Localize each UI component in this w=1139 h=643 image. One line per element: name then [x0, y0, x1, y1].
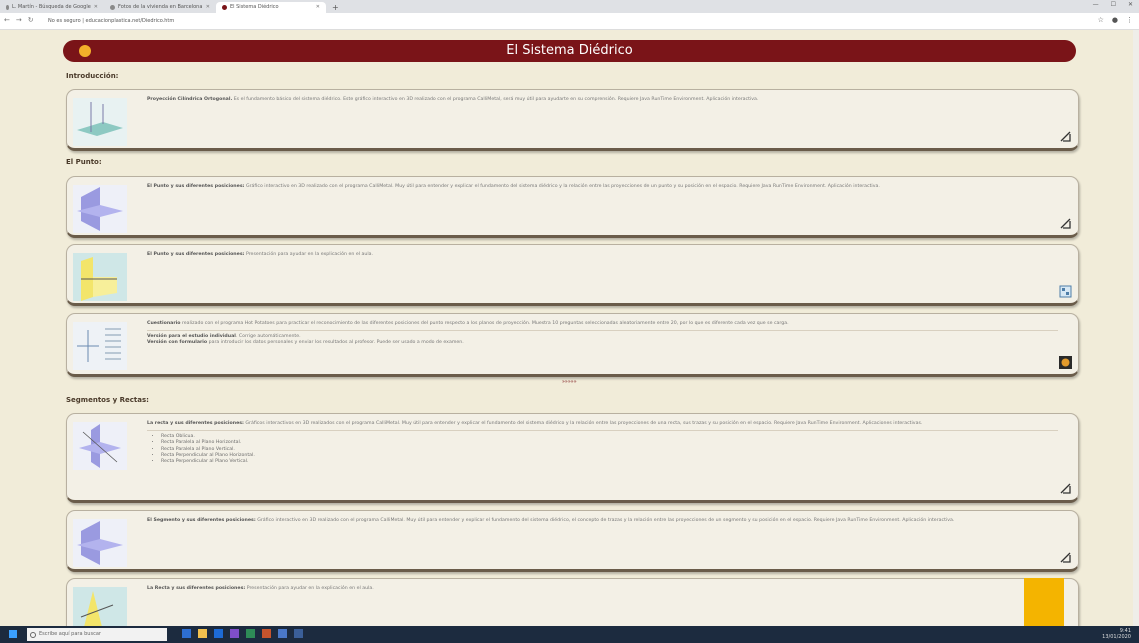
section-title: Segmentos y Rectas:: [66, 396, 149, 404]
link-formulario[interactable]: Versión con formulario: [147, 340, 207, 345]
clock-date: 13/01/2020: [1102, 634, 1131, 640]
card-description: realizado con el programa Hot Potatoes p…: [180, 321, 789, 326]
browser-tab-bar: L. Martín - Búsqueda de Google ✕ Fotos de…: [0, 0, 1139, 13]
windows-taskbar: Escribe aquí para buscar 9:41 13/01/2020: [0, 626, 1139, 643]
line-presentation-thumbnail-icon: [73, 587, 127, 626]
site-logo-icon: [79, 45, 91, 57]
point-presentation-thumbnail-icon: [73, 253, 127, 301]
page-content: El Sistema Diédrico Introducción: Proyec…: [0, 30, 1139, 626]
card-description: Presentación para ayudar en la explicaci…: [245, 586, 374, 591]
address-bar: ← → ↻ No es seguro | educacionplastica.n…: [0, 13, 1139, 30]
windows-start-icon[interactable]: [9, 630, 17, 638]
page-banner: El Sistema Diédrico: [63, 40, 1076, 62]
card-description: Presentación para ayudar en la explicaci…: [244, 252, 374, 257]
java-applet-icon[interactable]: [1059, 551, 1072, 564]
star-icon[interactable]: ☆: [1098, 16, 1104, 24]
close-icon[interactable]: ✕: [316, 2, 320, 13]
java-applet-icon[interactable]: [1059, 217, 1072, 230]
recta-list: Recta Oblicua. Recta Paralela al Plano H…: [161, 434, 1058, 465]
edge-icon[interactable]: [214, 629, 223, 638]
card-title: Proyección Cilíndrica Ortogonal.: [147, 97, 233, 102]
google-icon: [6, 5, 9, 10]
reload-icon[interactable]: ↻: [28, 16, 34, 24]
browser-tab[interactable]: L. Martín - Búsqueda de Google ✕: [0, 2, 104, 13]
divider: [147, 330, 1058, 332]
point-thumbnail-icon: [73, 185, 127, 233]
close-icon[interactable]: ✕: [206, 2, 210, 13]
forward-icon[interactable]: →: [16, 16, 22, 24]
new-tab-button[interactable]: +: [326, 2, 345, 13]
site-icon: [222, 5, 227, 10]
app-icon[interactable]: [230, 629, 239, 638]
card-title: La Recta y sus diferentes posiciones:: [147, 586, 246, 591]
menu-icon[interactable]: ⋮: [1126, 16, 1133, 24]
maximize-icon[interactable]: ☐: [1111, 1, 1116, 8]
card-title: El Punto y sus diferentes posiciones:: [147, 252, 245, 257]
window-controls: — ☐ ✕: [1093, 1, 1133, 8]
mail-icon[interactable]: [278, 629, 287, 638]
card-cuestionario[interactable]: Cuestionario realizado con el programa H…: [66, 313, 1079, 377]
quiz-thumbnail-icon: [73, 322, 127, 370]
card-recta-presentacion[interactable]: La Recta y sus diferentes posiciones: Pr…: [66, 578, 1079, 626]
java-applet-icon[interactable]: [1059, 130, 1072, 143]
app-icon[interactable]: [262, 629, 271, 638]
card-title: La recta y sus diferentes posiciones:: [147, 421, 244, 426]
presentation-icon[interactable]: [1059, 285, 1072, 298]
overlay-block: [1024, 578, 1064, 626]
back-icon[interactable]: ←: [4, 16, 10, 24]
card-description: Gráfico interactivo en 3D realizado con …: [244, 184, 880, 189]
nav-buttons: ← → ↻: [4, 16, 34, 24]
divider: [147, 430, 1058, 432]
card-punto-presentacion[interactable]: El Punto y sus diferentes posiciones: Pr…: [66, 244, 1079, 306]
segment-thumbnail-icon: [73, 519, 127, 567]
system-tray[interactable]: 9:41 13/01/2020: [1102, 628, 1131, 640]
scrollbar[interactable]: [1133, 30, 1139, 626]
close-icon[interactable]: ✕: [94, 2, 98, 13]
card-recta-3d[interactable]: La recta y sus diferentes posiciones: Gr…: [66, 413, 1079, 503]
card-title: Cuestionario: [147, 321, 181, 326]
hot-potatoes-icon[interactable]: [1059, 356, 1072, 369]
more-arrows[interactable]: »»»»»: [562, 380, 577, 385]
file-explorer-icon[interactable]: [198, 629, 207, 638]
profile-icon[interactable]: ●: [1112, 16, 1118, 24]
browser-menu: ☆ ● ⋮: [1098, 16, 1133, 24]
card-description: Gráficos interactivos en 3D realizados c…: [243, 421, 923, 426]
search-icon: [30, 632, 36, 638]
browser-tab-active[interactable]: El Sistema Diédrico ✕: [216, 2, 326, 13]
card-proyeccion[interactable]: Proyección Cilíndrica Ortogonal. Es el f…: [66, 89, 1079, 151]
app-icon[interactable]: [294, 629, 303, 638]
taskbar-search[interactable]: Escribe aquí para buscar: [27, 628, 167, 641]
page-icon: [110, 5, 115, 10]
card-title: El Segmento y sus diferentes posiciones:: [147, 518, 256, 523]
close-window-icon[interactable]: ✕: [1128, 1, 1133, 8]
card-description: Gráfico interactivo en 3D realizado con …: [255, 518, 955, 523]
card-segmento-3d[interactable]: El Segmento y sus diferentes posiciones:…: [66, 510, 1079, 572]
card-description: Es el fundamento básico del sistema diéd…: [232, 97, 759, 102]
java-applet-icon[interactable]: [1059, 482, 1072, 495]
projection-thumbnail-icon: [73, 98, 127, 146]
section-title: Introducción:: [66, 72, 119, 80]
line-thumbnail-icon: [73, 422, 127, 470]
list-item[interactable]: Recta Perpendicular al Plano Vertical.: [161, 459, 1058, 465]
url-field[interactable]: No es seguro | educacionplastica.net/Die…: [48, 16, 1108, 26]
card-punto-3d[interactable]: El Punto y sus diferentes posiciones: Gr…: [66, 176, 1079, 238]
browser-tab[interactable]: Fotos de la vivienda en Barcelona ✕: [104, 2, 216, 13]
section-title: El Punto:: [66, 158, 102, 166]
task-view-icon[interactable]: [182, 629, 191, 638]
page-title: El Sistema Diédrico: [506, 43, 633, 58]
link-individual[interactable]: Versión para el estudio individual: [147, 334, 236, 339]
minimize-icon[interactable]: —: [1093, 1, 1099, 8]
card-title: El Punto y sus diferentes posiciones:: [147, 184, 245, 189]
chrome-icon[interactable]: [246, 629, 255, 638]
